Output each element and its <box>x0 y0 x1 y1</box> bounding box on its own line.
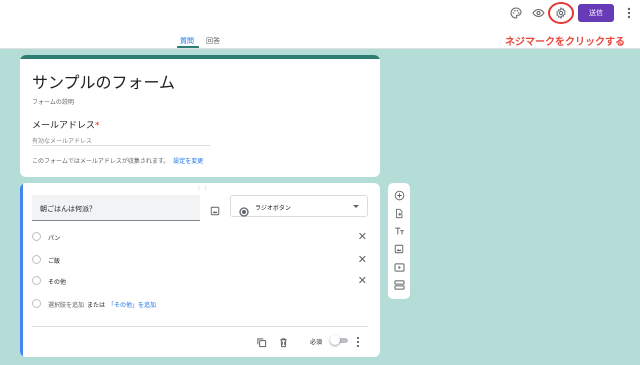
form-header-card: サンプルのフォーム フォームの説明 メールアドレス* 有効なメールアドレス この… <box>20 55 380 177</box>
option-row: ご飯 ✕ <box>32 253 367 267</box>
add-image-icon[interactable] <box>210 201 220 220</box>
option-label[interactable]: ご飯 <box>48 256 60 265</box>
option-radio <box>32 276 41 285</box>
delete-icon[interactable] <box>278 333 289 352</box>
email-question-label: メールアドレス* <box>32 118 100 131</box>
add-section-icon[interactable] <box>391 277 407 293</box>
add-option-text: 選択肢を追加 または 「その他」を追加 <box>48 300 156 309</box>
email-placeholder: 有効なメールアドレス <box>32 138 93 145</box>
side-toolbar <box>388 183 410 299</box>
add-image-icon[interactable] <box>391 241 407 257</box>
change-settings-link[interactable]: 設定を変更 <box>173 158 203 165</box>
more-vert-icon[interactable] <box>620 4 638 22</box>
annotation-text: ネジマークをクリックする <box>505 37 625 48</box>
add-video-icon[interactable] <box>391 259 407 275</box>
email-collect-note: このフォームではメールアドレスが収集されます。 設定を変更 <box>32 156 203 165</box>
collect-note-text: このフォームではメールアドレスが収集されます。 <box>32 158 170 165</box>
option-row: その他 ✕ <box>32 274 367 288</box>
question-type-select[interactable]: ラジオボタン <box>230 195 368 217</box>
question-title: 朝ごはんは何派？ <box>40 205 96 213</box>
option-label[interactable]: その他 <box>48 277 66 286</box>
close-icon[interactable]: ✕ <box>358 274 367 288</box>
email-label-text: メールアドレス <box>32 121 96 131</box>
footer-divider <box>32 326 368 327</box>
add-other-link[interactable]: 「その他」を追加 <box>108 302 156 309</box>
chevron-down-icon <box>353 205 359 208</box>
tab-responses[interactable]: 回答 <box>206 36 220 46</box>
required-label: 必須 <box>310 339 323 346</box>
send-button[interactable]: 送信 <box>578 4 614 22</box>
option-radio <box>32 255 41 264</box>
add-title-icon[interactable] <box>391 223 407 239</box>
option-label[interactable]: パン <box>48 233 60 242</box>
duplicate-icon[interactable] <box>256 333 267 352</box>
option-radio <box>32 299 41 308</box>
active-question-indicator <box>20 183 23 357</box>
required-toggle[interactable] <box>330 335 348 345</box>
preview-eye-icon[interactable] <box>529 4 547 22</box>
top-bar: 送信 質問 回答 ネジマークをクリックする <box>0 0 640 48</box>
header-divider <box>0 48 640 49</box>
option-radio <box>32 232 41 241</box>
question-type-label: ラジオボタン <box>255 205 291 212</box>
close-icon[interactable]: ✕ <box>358 253 367 267</box>
or-text: または <box>87 302 106 309</box>
add-option-row: 選択肢を追加 または 「その他」を追加 <box>32 297 367 311</box>
radio-button-icon <box>239 202 249 221</box>
question-card[interactable]: ⋮⋮ 朝ごはんは何派？ ラジオボタン パン ✕ ご飯 ✕ その他 ✕ 選択肢を追… <box>20 183 380 357</box>
email-underline <box>32 145 210 146</box>
close-icon[interactable]: ✕ <box>358 230 367 244</box>
theme-accent-bar <box>20 55 380 59</box>
toggle-knob <box>330 335 340 345</box>
drag-handle[interactable]: ⋮⋮ <box>196 185 210 192</box>
import-questions-icon[interactable] <box>391 205 407 221</box>
form-description[interactable]: フォームの説明 <box>32 97 74 106</box>
question-more-icon[interactable] <box>356 333 364 348</box>
tab-questions[interactable]: 質問 <box>180 36 194 46</box>
palette-icon[interactable] <box>507 4 525 22</box>
form-title[interactable]: サンプルのフォーム <box>32 69 175 93</box>
required-asterisk: * <box>95 121 100 131</box>
option-row: パン ✕ <box>32 230 367 244</box>
add-option-button[interactable]: 選択肢を追加 <box>48 302 84 309</box>
add-question-icon[interactable] <box>391 187 407 203</box>
annotation-circle <box>548 2 574 24</box>
question-title-field[interactable]: 朝ごはんは何派？ <box>32 195 200 221</box>
